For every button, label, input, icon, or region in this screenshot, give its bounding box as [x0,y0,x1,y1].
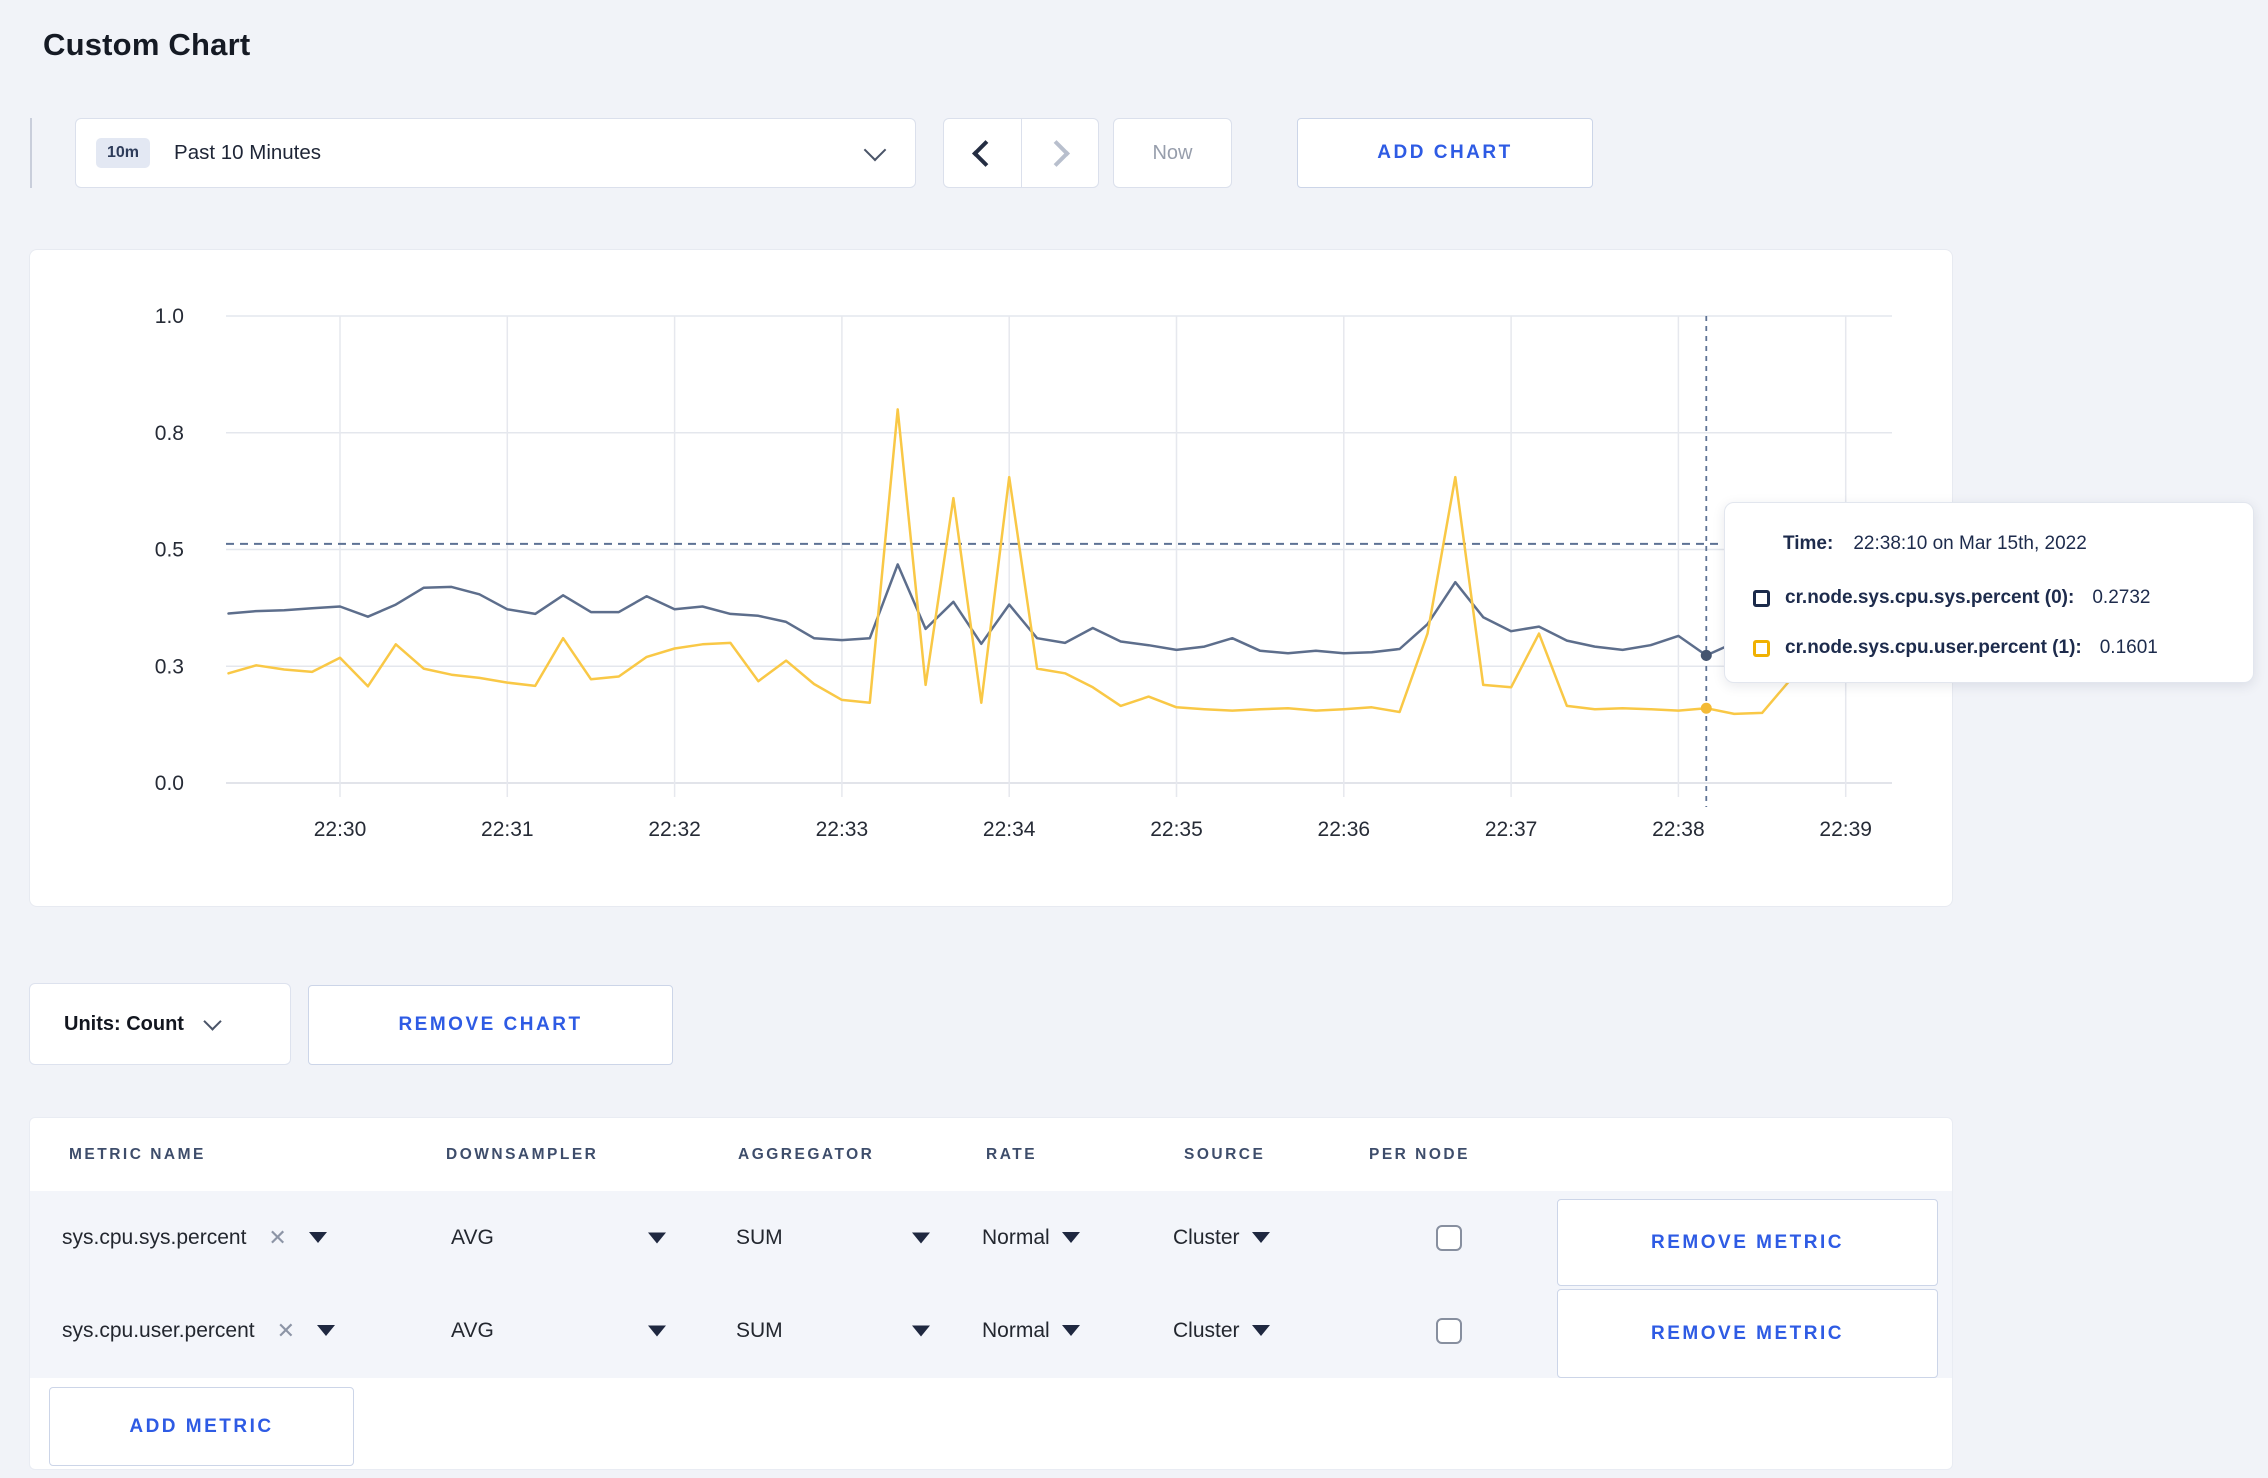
add-chart-button[interactable]: ADD CHART [1297,118,1593,188]
downsampler-value: AVG [451,1318,494,1342]
column-header-metric-name: METRIC NAME [69,1146,206,1163]
tooltip-time-row: Time: 22:38:10 on Mar 15th, 2022 [1783,533,2087,555]
chart-tooltip: Time: 22:38:10 on Mar 15th, 2022 cr.node… [1724,502,2254,683]
units-select[interactable]: Units: Count [29,983,291,1065]
svg-text:0.5: 0.5 [155,539,184,562]
downsampler-caret[interactable] [648,1325,666,1336]
metric-name-select[interactable]: sys.cpu.user.percent ✕ [62,1318,336,1344]
tooltip-series-value: 0.1601 [2099,637,2158,658]
source-select[interactable]: Cluster [1173,1319,1270,1343]
units-label: Units: Count [64,1012,184,1035]
downsampler-value: AVG [451,1225,494,1249]
aggregator-value: SUM [736,1225,783,1249]
user-series-swatch-icon [1753,639,1770,657]
svg-text:22:37: 22:37 [1485,818,1538,841]
caret-down-icon [308,1232,327,1243]
aggregator-value: SUM [736,1318,783,1342]
svg-text:0.3: 0.3 [155,655,184,678]
downsampler-select[interactable]: AVG [451,1319,494,1343]
next-time-button[interactable] [1020,119,1099,187]
column-header-source: SOURCE [1184,1146,1266,1163]
tooltip-time-label: Time: [1783,533,1834,554]
caret-down-icon [317,1325,336,1336]
svg-text:22:35: 22:35 [1150,818,1203,841]
tooltip-series-label: cr.node.sys.cpu.user.percent (1): [1785,637,2082,658]
svg-text:0.0: 0.0 [155,772,184,795]
time-nav-group [943,118,1099,188]
cpu-percent-line-chart[interactable]: 0.0 0.3 0.5 0.8 1.0 22:30 22:31 22:32 22:33 22:34… [30,250,1954,908]
remove-metric-button[interactable]: REMOVE METRIC [1557,1199,1938,1286]
prev-time-button[interactable] [944,119,1021,187]
remove-metric-button[interactable]: REMOVE METRIC [1557,1289,1938,1378]
aggregator-caret[interactable] [912,1232,930,1243]
svg-text:1.0: 1.0 [155,305,184,328]
column-header-rate: RATE [986,1146,1038,1163]
page-title: Custom Chart [43,26,251,62]
now-button[interactable]: Now [1113,118,1232,188]
clear-metric-icon[interactable]: ✕ [277,1318,295,1344]
time-window-select[interactable]: 10m Past 10 Minutes [75,118,916,188]
caret-down-icon [912,1232,930,1243]
tooltip-series-row: cr.node.sys.cpu.user.percent (1): 0.1601 [1753,637,2158,659]
caret-down-icon [912,1325,930,1336]
svg-text:22:34: 22:34 [983,818,1036,841]
metric-name-value: sys.cpu.sys.percent [62,1225,247,1249]
svg-text:22:36: 22:36 [1318,818,1371,841]
downsampler-select[interactable]: AVG [451,1226,494,1250]
add-metric-button[interactable]: ADD METRIC [49,1387,354,1466]
svg-text:22:39: 22:39 [1819,818,1872,841]
caret-down-icon [1251,1232,1270,1243]
chevron-left-icon [971,139,999,167]
svg-text:22:30: 22:30 [314,818,367,841]
time-window-label: Past 10 Minutes [174,141,322,164]
column-header-per-node: PER NODE [1369,1146,1470,1163]
aggregator-select[interactable]: SUM [736,1226,783,1250]
source-select[interactable]: Cluster [1173,1226,1270,1250]
column-header-downsampler: DOWNSAMPLER [446,1146,599,1163]
source-value: Cluster [1173,1318,1240,1342]
tooltip-time-value: 22:38:10 on Mar 15th, 2022 [1853,533,2087,554]
chart-card: 0.0 0.3 0.5 0.8 1.0 22:30 22:31 22:32 22:33 22:34… [29,249,1953,907]
remove-chart-button[interactable]: REMOVE CHART [308,985,673,1065]
metric-row: sys.cpu.user.percent ✕ AVG SUM Normal Cl… [30,1284,1952,1378]
tooltip-series-row: cr.node.sys.cpu.sys.percent (0): 0.2732 [1753,587,2150,609]
sys-series-swatch-icon [1753,589,1770,607]
toolbar-divider [30,118,32,188]
aggregator-select[interactable]: SUM [736,1319,783,1343]
caret-down-icon [1061,1325,1080,1336]
chevron-right-icon [1043,139,1071,167]
rate-value: Normal [982,1318,1050,1342]
caret-down-icon [1061,1232,1080,1243]
rate-select[interactable]: Normal [982,1226,1080,1250]
caret-down-icon [1251,1325,1270,1336]
chevron-down-icon [863,138,887,162]
chevron-down-icon [203,1011,222,1031]
caret-down-icon [648,1325,666,1336]
metric-name-select[interactable]: sys.cpu.sys.percent ✕ [62,1225,327,1251]
metrics-table: METRIC NAME DOWNSAMPLER AGGREGATOR RATE … [29,1117,1953,1470]
tooltip-series-value: 0.2732 [2092,587,2151,608]
svg-text:22:33: 22:33 [816,818,869,841]
per-node-checkbox[interactable] [1436,1224,1462,1251]
svg-text:0.8: 0.8 [155,422,184,445]
svg-text:22:32: 22:32 [648,818,701,841]
time-window-badge: 10m [96,138,151,168]
rate-select[interactable]: Normal [982,1319,1080,1343]
aggregator-caret[interactable] [912,1325,930,1336]
metric-name-value: sys.cpu.user.percent [62,1318,255,1342]
source-value: Cluster [1173,1225,1240,1249]
downsampler-caret[interactable] [648,1232,666,1243]
rate-value: Normal [982,1225,1050,1249]
metric-row: sys.cpu.sys.percent ✕ AVG SUM Normal Clu… [30,1191,1952,1286]
column-header-aggregator: AGGREGATOR [738,1146,875,1163]
clear-metric-icon[interactable]: ✕ [268,1225,286,1251]
tooltip-series-label: cr.node.sys.cpu.sys.percent (0): [1785,587,2075,608]
per-node-checkbox[interactable] [1436,1317,1462,1344]
svg-text:22:38: 22:38 [1652,818,1705,841]
svg-text:22:31: 22:31 [481,818,534,841]
caret-down-icon [648,1232,666,1243]
